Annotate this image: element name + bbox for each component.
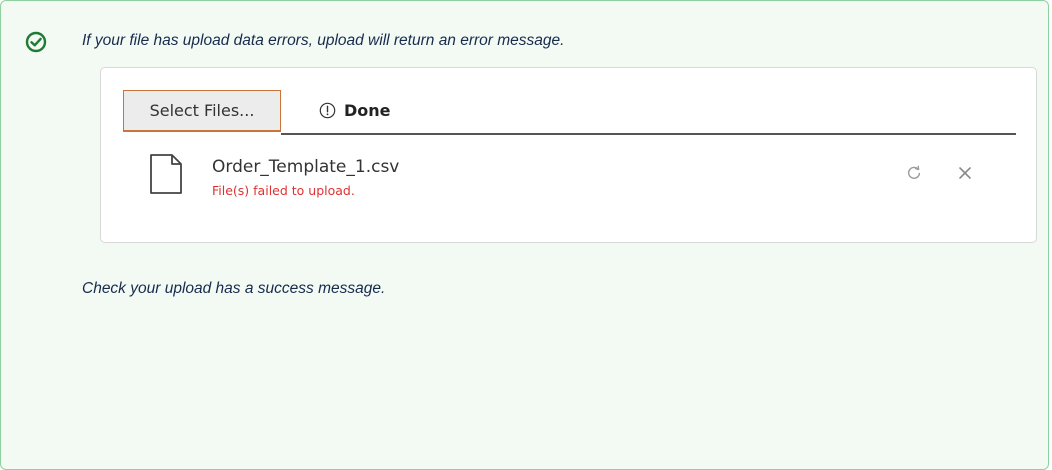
retry-icon[interactable]	[905, 164, 923, 182]
status-label: Done	[344, 101, 391, 120]
close-icon[interactable]	[956, 164, 974, 182]
file-upload-widget: Select Files... Done Order_Template_1.cs…	[100, 67, 1037, 243]
note-text-success: Check your upload has a success message.	[82, 280, 386, 297]
header-divider	[281, 133, 1016, 135]
note-text-errors: If your file has upload data errors, upl…	[82, 32, 565, 49]
exclamation-circle-icon	[319, 102, 336, 119]
file-error-message: File(s) failed to upload.	[212, 183, 355, 198]
upload-status: Done	[319, 101, 391, 120]
check-circle-icon	[25, 31, 47, 53]
file-name: Order_Template_1.csv	[212, 157, 400, 177]
file-icon	[150, 154, 182, 194]
file-list-item: Order_Template_1.csv File(s) failed to u…	[123, 136, 1016, 206]
info-panel: If your file has upload data errors, upl…	[0, 0, 1049, 470]
select-files-button[interactable]: Select Files...	[123, 90, 281, 132]
